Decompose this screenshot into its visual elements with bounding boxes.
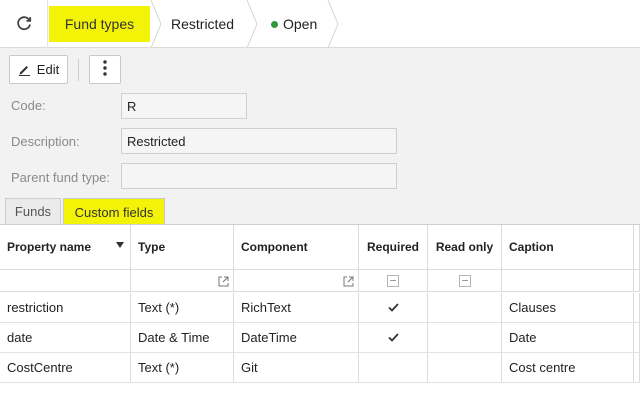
status-dot-icon [271, 20, 278, 28]
column-header-label: Property name [7, 240, 92, 254]
checkmark-icon [387, 330, 399, 345]
column-header-extra [634, 225, 640, 269]
column-header-label: Caption [509, 240, 554, 254]
column-header-component[interactable]: Component [234, 225, 359, 269]
cell-read-only [428, 353, 502, 382]
cell-component: RichText [234, 293, 359, 322]
breadcrumb-status-label: Open [283, 16, 318, 32]
cell-read-only [428, 293, 502, 322]
cell-caption: Clauses [502, 293, 634, 322]
breadcrumb-fund-types-label: Fund types [64, 16, 135, 32]
cell-type-value: Text (*) [138, 300, 180, 315]
column-header-label: Type [138, 240, 166, 254]
cell-property-name-value: date [7, 330, 33, 345]
description-label: Description: [11, 134, 80, 149]
filter-required[interactable] [359, 270, 428, 291]
table-row[interactable]: date Date & Time DateTime Date [0, 323, 640, 353]
column-header-label: Component [241, 240, 308, 254]
filter-checkbox[interactable] [458, 274, 471, 287]
cell-type: Text (*) [131, 353, 234, 382]
breadcrumb-restricted-label: Restricted [171, 16, 235, 32]
tab-funds[interactable]: Funds [5, 198, 61, 224]
cell-caption-value: Cost centre [509, 360, 576, 375]
table-row[interactable]: restriction Text (*) RichText Clauses [0, 293, 640, 323]
breadcrumb-bar: Fund types Restricted Open [0, 0, 640, 48]
cell-property-name-value: CostCentre [7, 360, 73, 375]
tab-custom-fields[interactable]: Custom fields [63, 198, 165, 225]
toolbar-divider [78, 59, 79, 81]
cell-extra [634, 293, 640, 322]
cell-type-value: Date & Time [138, 330, 210, 345]
cell-type: Date & Time [131, 323, 234, 352]
cell-type: Text (*) [131, 293, 234, 322]
cell-required [359, 323, 428, 352]
refresh-icon [15, 14, 33, 35]
cell-property-name: CostCentre [0, 353, 131, 382]
tab-funds-label: Funds [14, 204, 52, 219]
column-header-label: Required [366, 240, 419, 254]
cell-property-name-value: restriction [7, 300, 64, 315]
more-actions-button[interactable] [89, 55, 121, 84]
toolbar: Edit [0, 49, 640, 89]
cell-extra [634, 323, 640, 352]
breadcrumb-separator [327, 0, 339, 48]
vertical-ellipsis-icon [103, 60, 107, 79]
column-header-caption[interactable]: Caption [502, 225, 634, 269]
filter-component[interactable] [234, 270, 359, 291]
column-header-required[interactable]: Required [359, 225, 428, 269]
grid-header-row: Property name Type Component Required Re… [0, 225, 640, 270]
custom-fields-grid: Property name Type Component Required Re… [0, 224, 640, 397]
breadcrumb-separator [150, 0, 162, 48]
pencil-icon [18, 63, 31, 76]
cell-read-only [428, 323, 502, 352]
cell-caption: Date [502, 323, 634, 352]
tab-custom-fields-label: Custom fields [74, 204, 154, 220]
breadcrumb-status-open[interactable]: Open [271, 0, 317, 48]
cell-caption-value: Date [509, 330, 537, 345]
cell-component: DateTime [234, 323, 359, 352]
code-value: R [127, 98, 137, 114]
cell-required [359, 353, 428, 382]
external-link-icon[interactable] [218, 275, 229, 290]
code-field[interactable]: R [121, 93, 247, 119]
filter-caption[interactable] [502, 270, 634, 291]
sort-down-icon[interactable] [116, 242, 124, 248]
cell-type-value: Text (*) [138, 360, 180, 375]
filter-type[interactable] [131, 270, 234, 291]
cell-extra [634, 353, 640, 382]
breadcrumb-fund-types[interactable]: Fund types [49, 0, 150, 48]
column-header-type[interactable]: Type [131, 225, 234, 269]
column-header-read-only[interactable]: Read only [428, 225, 502, 269]
edit-button-label: Edit [36, 62, 60, 77]
external-link-icon[interactable] [343, 275, 354, 290]
parent-fund-type-field[interactable] [121, 163, 397, 189]
description-value: Restricted [127, 133, 186, 149]
table-row[interactable]: CostCentre Text (*) Git Cost centre [0, 353, 640, 383]
grid-filter-row [0, 270, 640, 292]
cell-caption-value: Clauses [509, 300, 556, 315]
cell-property-name: date [0, 323, 131, 352]
refresh-button[interactable] [0, 0, 48, 48]
filter-read-only[interactable] [428, 270, 502, 291]
description-field[interactable]: Restricted [121, 128, 397, 154]
checkmark-icon [387, 300, 399, 315]
cell-component-value: Git [241, 360, 258, 375]
breadcrumb-restricted[interactable]: Restricted [171, 0, 234, 48]
filter-checkbox[interactable] [387, 274, 399, 287]
cell-required [359, 293, 428, 322]
edit-button[interactable]: Edit [9, 55, 68, 84]
filter-property-name[interactable] [0, 270, 131, 291]
cell-caption: Cost centre [502, 353, 634, 382]
breadcrumb-separator [246, 0, 258, 48]
parent-fund-type-label: Parent fund type: [11, 170, 111, 185]
column-header-label: Read only [435, 240, 494, 254]
column-header-property-name[interactable]: Property name [0, 225, 131, 269]
cell-component-value: RichText [241, 300, 291, 315]
code-label: Code: [11, 98, 46, 113]
filter-extra [634, 270, 640, 291]
cell-component: Git [234, 353, 359, 382]
cell-property-name: restriction [0, 293, 131, 322]
cell-component-value: DateTime [241, 330, 297, 345]
